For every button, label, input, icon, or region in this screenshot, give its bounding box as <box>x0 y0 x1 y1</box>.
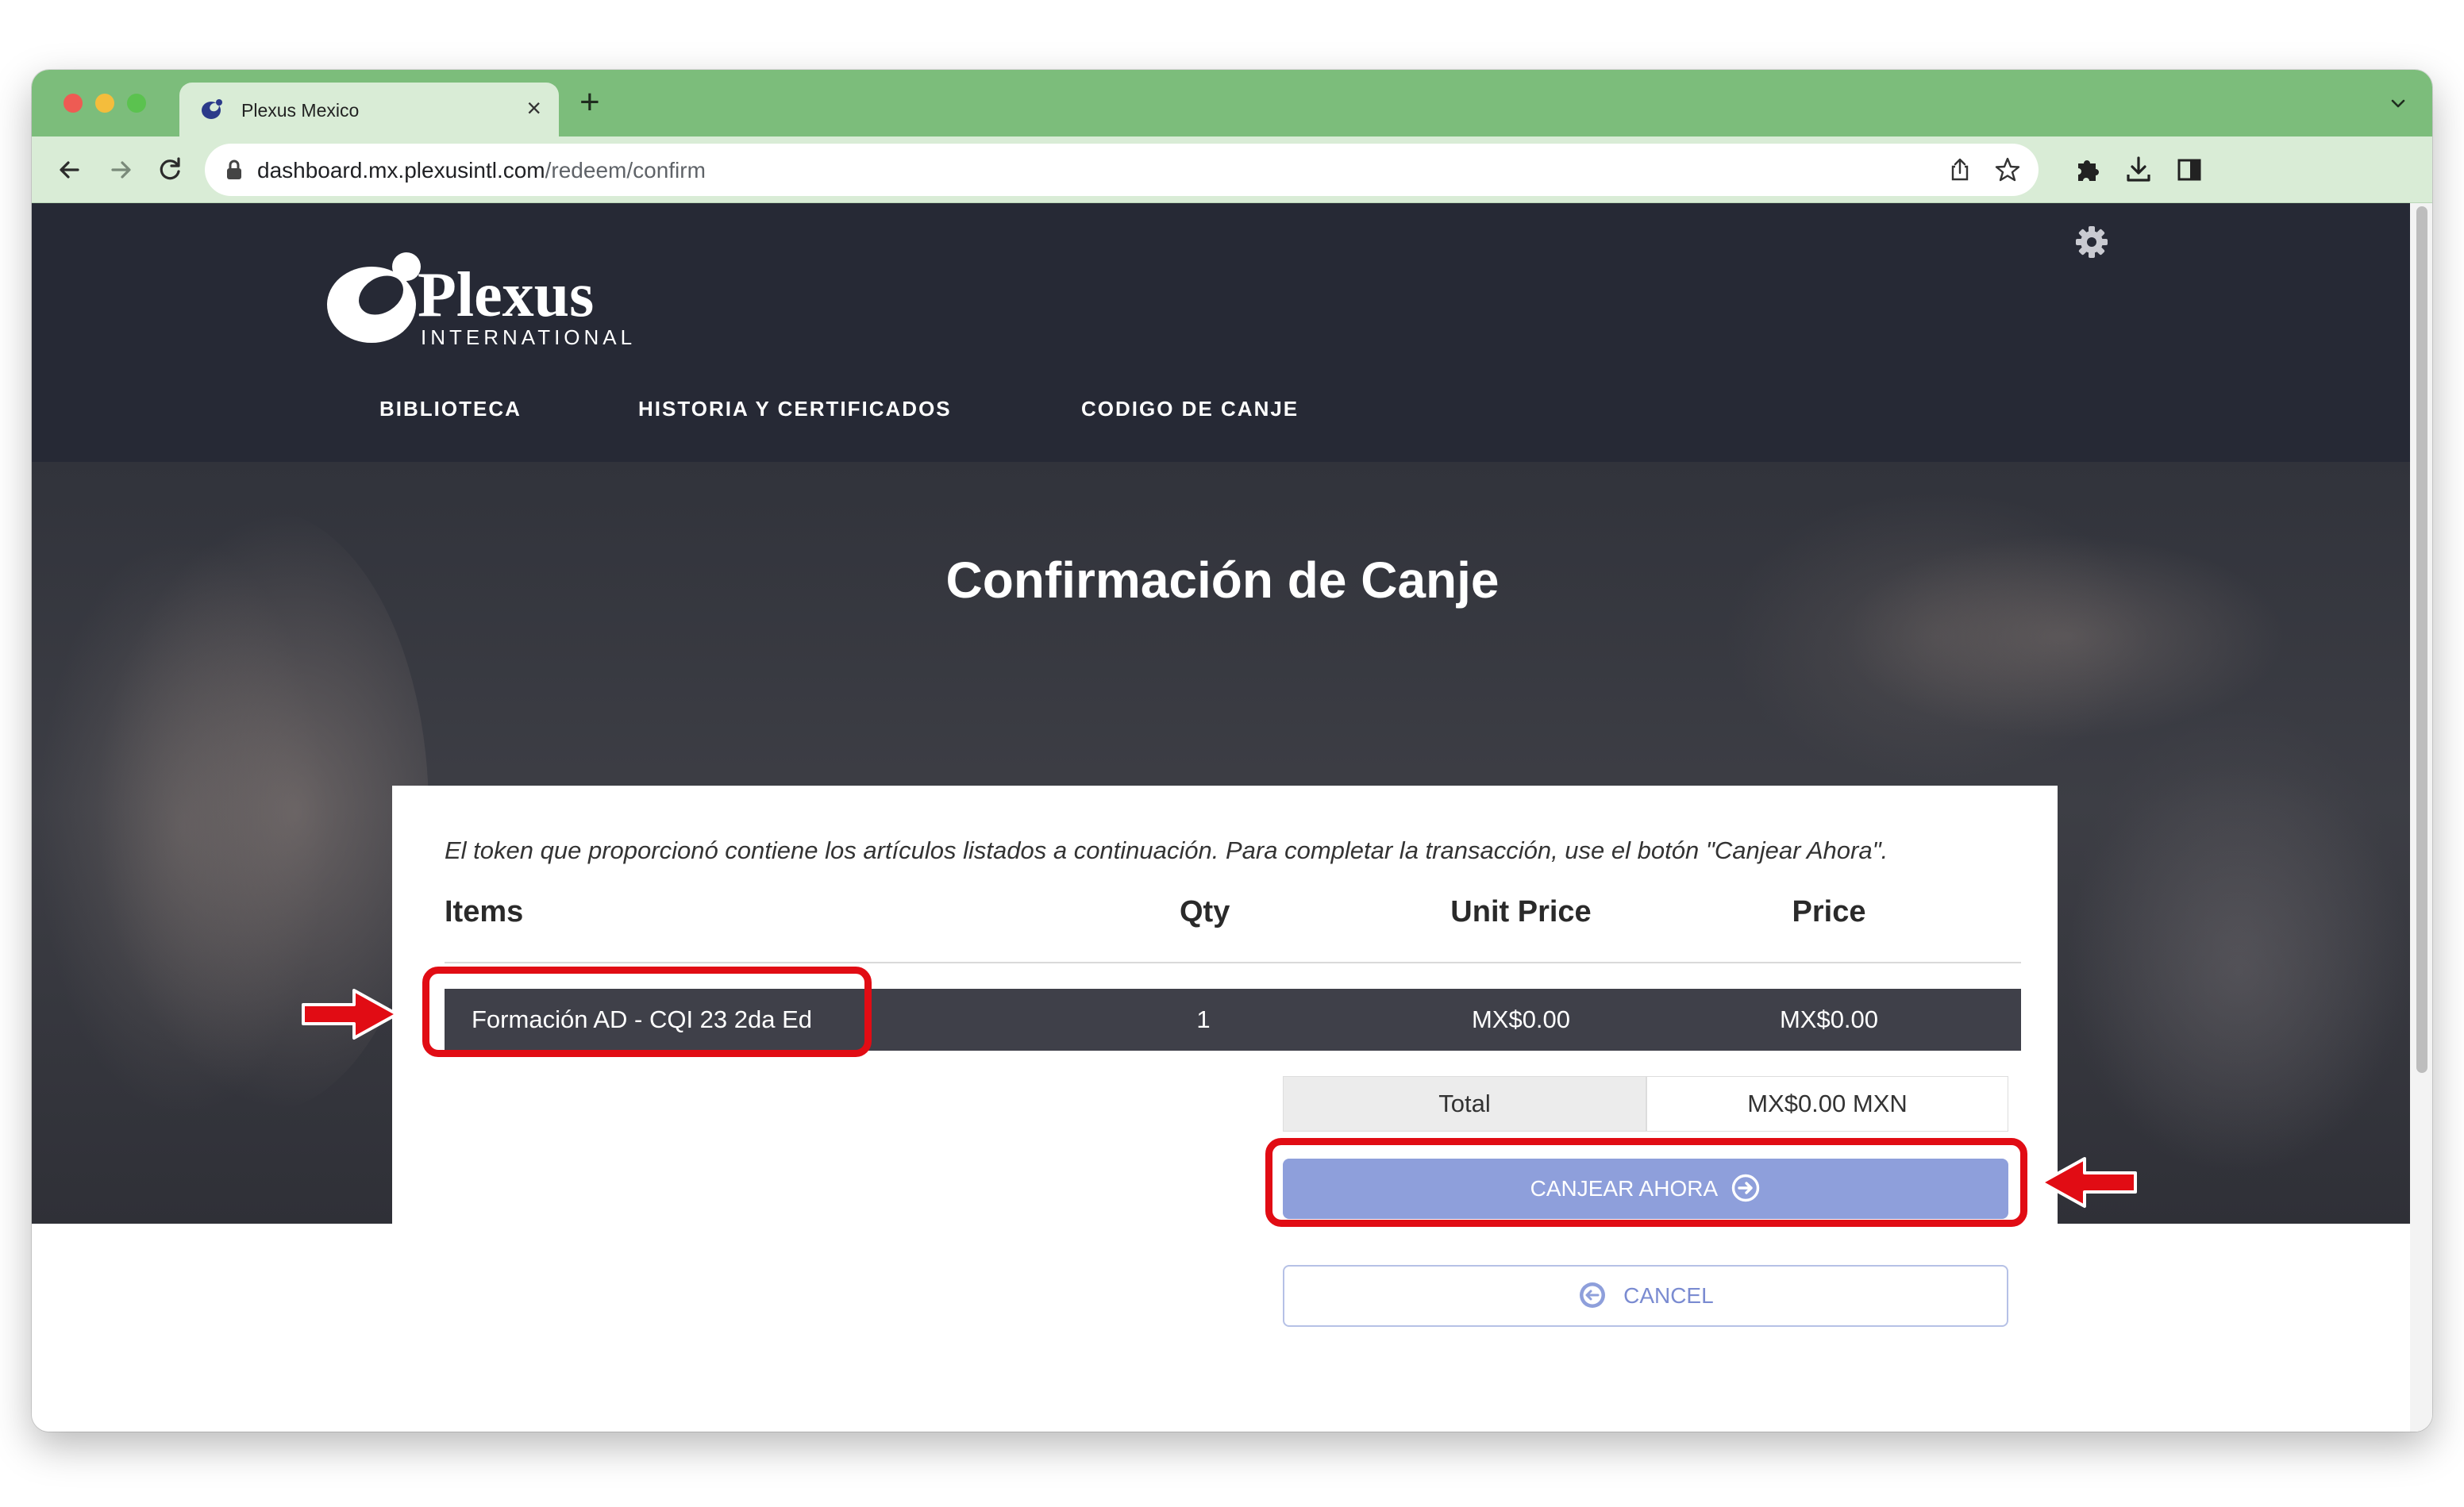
url-path: /redeem/confirm <box>545 158 706 183</box>
header-unit-price: Unit Price <box>1450 895 1592 928</box>
nav-biblioteca[interactable]: BIBLIOTECA <box>379 397 522 421</box>
gear-icon[interactable] <box>2073 224 2110 260</box>
address-bar[interactable]: dashboard.mx.plexusintl.com/redeem/confi… <box>205 144 2039 196</box>
maximize-window-button[interactable] <box>127 94 146 113</box>
url-host: dashboard.mx.plexusintl.com <box>257 158 545 183</box>
close-icon[interactable]: × <box>526 94 541 122</box>
page-viewport: Plexus INTERNATIONAL BIBLIOTECA HISTORIA… <box>32 203 2432 1432</box>
redeem-highlight-box <box>1265 1138 2027 1227</box>
lock-icon[interactable] <box>225 160 243 180</box>
puzzle-icon[interactable] <box>2072 154 2104 186</box>
hero-keyboard <box>2064 763 2413 1176</box>
tab-plexus-mexico[interactable]: Plexus Mexico × <box>179 83 559 136</box>
page-title: Confirmación de Canje <box>945 552 1500 609</box>
redeem-confirmation-card: El token que proporcionó contiene los ar… <box>392 786 2058 1432</box>
cancel-label: CANCEL <box>1623 1283 1714 1308</box>
plexus-logo[interactable]: Plexus INTERNATIONAL <box>324 251 673 354</box>
header-price: Price <box>1792 895 1866 928</box>
row-price: MX$0.00 <box>1779 1005 1879 1033</box>
url-text[interactable]: dashboard.mx.plexusintl.com/redeem/confi… <box>257 158 706 183</box>
nav-historia-y-certificados[interactable]: HISTORIA Y CERTIFICADOS <box>638 397 952 421</box>
plexus-favicon-icon <box>202 99 222 119</box>
share-icon[interactable] <box>1946 156 1973 183</box>
cancel-button[interactable]: CANCEL <box>1283 1265 2008 1327</box>
tab-strip: Plexus Mexico × + <box>32 70 2432 136</box>
arrow-left-icon <box>2040 1157 2137 1208</box>
total-value: MX$0.00 MXN <box>1646 1076 2008 1132</box>
sidebar-icon[interactable] <box>2173 154 2205 186</box>
logo-text: Plexus <box>418 260 594 330</box>
star-icon[interactable] <box>1994 156 2021 183</box>
back-arrow-icon[interactable] <box>52 152 87 187</box>
page-scrollbar[interactable] <box>2410 203 2432 1432</box>
tab-title: Plexus Mexico <box>241 100 360 121</box>
table-divider <box>445 962 2021 963</box>
header-qty: Qty <box>1180 895 1230 928</box>
row-unit-price: MX$0.00 <box>1471 1005 1571 1033</box>
reload-icon[interactable] <box>152 152 187 187</box>
chevron-down-icon[interactable] <box>2388 94 2408 114</box>
header-items: Items <box>445 895 524 928</box>
logo-subtext: INTERNATIONAL <box>421 325 636 349</box>
download-icon[interactable] <box>2123 154 2154 186</box>
browser-toolbar: dashboard.mx.plexusintl.com/redeem/confi… <box>32 136 2432 203</box>
scrollbar-thumb[interactable] <box>2416 206 2427 1073</box>
total-label: Total <box>1283 1076 1646 1132</box>
close-window-button[interactable] <box>64 94 83 113</box>
arrow-right-icon <box>302 989 398 1040</box>
minimize-window-button[interactable] <box>95 94 114 113</box>
plus-icon[interactable]: + <box>579 84 600 121</box>
intro-text: El token que proporcionó contiene los ar… <box>445 836 1888 864</box>
browser-window: Plexus Mexico × + dashboard.mx.plexusint… <box>32 70 2432 1432</box>
row-qty: 1 <box>1196 1005 1211 1033</box>
item-highlight-box <box>422 967 872 1057</box>
forward-arrow-icon[interactable] <box>103 152 138 187</box>
nav-codigo-de-canje[interactable]: CODIGO DE CANJE <box>1081 397 1299 421</box>
site-header: Plexus INTERNATIONAL BIBLIOTECA HISTORIA… <box>32 203 2413 462</box>
plexus-logo-mark: Plexus INTERNATIONAL <box>327 252 636 349</box>
arrow-left-circle-icon <box>1580 1282 1606 1308</box>
